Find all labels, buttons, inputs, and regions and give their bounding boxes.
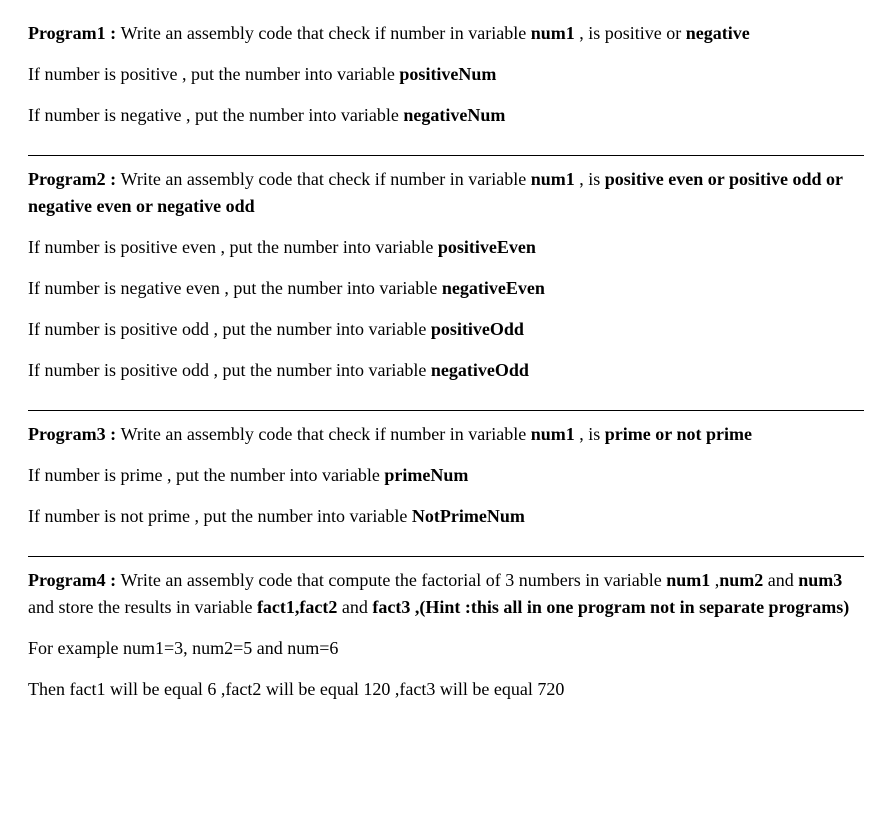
program2-label: Program2 : xyxy=(28,169,121,189)
divider xyxy=(28,556,864,557)
program1-keyword: negative xyxy=(686,23,750,43)
program3-var: num1 xyxy=(531,424,575,444)
program3-desc-a: Write an assembly code that check if num… xyxy=(121,424,531,444)
program1-line1: If number is positive , put the number i… xyxy=(28,61,864,88)
program4-var2: num2 xyxy=(719,570,763,590)
program2-line2: If number is negative even , put the num… xyxy=(28,275,864,302)
program2-desc-a: Write an assembly code that check if num… xyxy=(121,169,531,189)
program1-line1-prefix: If number is positive , put the number i… xyxy=(28,64,399,84)
program4-desc-d: and store the results in variable xyxy=(28,597,257,617)
program4-desc-b: , xyxy=(710,570,719,590)
program2-line3-prefix: If number is positive odd , put the numb… xyxy=(28,319,431,339)
program1-section: Program1 : Write an assembly code that c… xyxy=(28,20,864,151)
program2-section: Program2 : Write an assembly code that c… xyxy=(28,166,864,406)
program4-desc-c: and xyxy=(763,570,798,590)
program4-var1: num1 xyxy=(666,570,710,590)
program3-line2-prefix: If number is not prime , put the number … xyxy=(28,506,412,526)
program4-var4: fact1,fact2 xyxy=(257,597,337,617)
program2-line3-bold: positiveOdd xyxy=(431,319,524,339)
program1-label: Program1 : xyxy=(28,23,121,43)
program3-title: Program3 : Write an assembly code that c… xyxy=(28,421,864,448)
program4-example: For example num1=3, num2=5 and num=6 xyxy=(28,635,864,662)
program2-title: Program2 : Write an assembly code that c… xyxy=(28,166,864,220)
program1-line1-bold: positiveNum xyxy=(399,64,496,84)
program4-desc-a: Write an assembly code that compute the … xyxy=(121,570,667,590)
program3-desc-b: , is xyxy=(575,424,605,444)
program3-section: Program3 : Write an assembly code that c… xyxy=(28,421,864,552)
program1-desc-a: Write an assembly code that check if num… xyxy=(121,23,531,43)
divider xyxy=(28,155,864,156)
program3-line2: If number is not prime , put the number … xyxy=(28,503,864,530)
program2-line4-prefix: If number is positive odd , put the numb… xyxy=(28,360,431,380)
program1-desc-b: , is positive or xyxy=(575,23,686,43)
program3-keyword: prime or not prime xyxy=(605,424,752,444)
program2-line2-prefix: If number is negative even , put the num… xyxy=(28,278,442,298)
program2-var: num1 xyxy=(531,169,575,189)
program4-title: Program4 : Write an assembly code that c… xyxy=(28,567,864,621)
program4-label: Program4 : xyxy=(28,570,121,590)
program1-line2-bold: negativeNum xyxy=(403,105,505,125)
program2-line3: If number is positive odd , put the numb… xyxy=(28,316,864,343)
program1-title: Program1 : Write an assembly code that c… xyxy=(28,20,864,47)
program3-line1-prefix: If number is prime , put the number into… xyxy=(28,465,384,485)
program2-line1-bold: positiveEven xyxy=(438,237,536,257)
divider xyxy=(28,410,864,411)
program2-line1: If number is positive even , put the num… xyxy=(28,234,864,261)
program1-line2-prefix: If number is negative , put the number i… xyxy=(28,105,403,125)
program4-var3: num3 xyxy=(798,570,842,590)
program4-result: Then fact1 will be equal 6 ,fact2 will b… xyxy=(28,676,864,703)
program3-line2-bold: NotPrimeNum xyxy=(412,506,525,526)
program3-line1: If number is prime , put the number into… xyxy=(28,462,864,489)
program2-desc-b: , is xyxy=(575,169,605,189)
program2-line2-bold: negativeEven xyxy=(442,278,545,298)
program1-line2: If number is negative , put the number i… xyxy=(28,102,864,129)
program4-desc-e: and xyxy=(337,597,372,617)
program3-label: Program3 : xyxy=(28,424,121,444)
program2-line4: If number is positive odd , put the numb… xyxy=(28,357,864,384)
program2-line1-prefix: If number is positive even , put the num… xyxy=(28,237,438,257)
program1-var: num1 xyxy=(531,23,575,43)
program4-section: Program4 : Write an assembly code that c… xyxy=(28,567,864,725)
program3-line1-bold: primeNum xyxy=(384,465,468,485)
program4-var5: fact3 ,(Hint :this all in one program no… xyxy=(372,597,849,617)
program2-line4-bold: negativeOdd xyxy=(431,360,529,380)
